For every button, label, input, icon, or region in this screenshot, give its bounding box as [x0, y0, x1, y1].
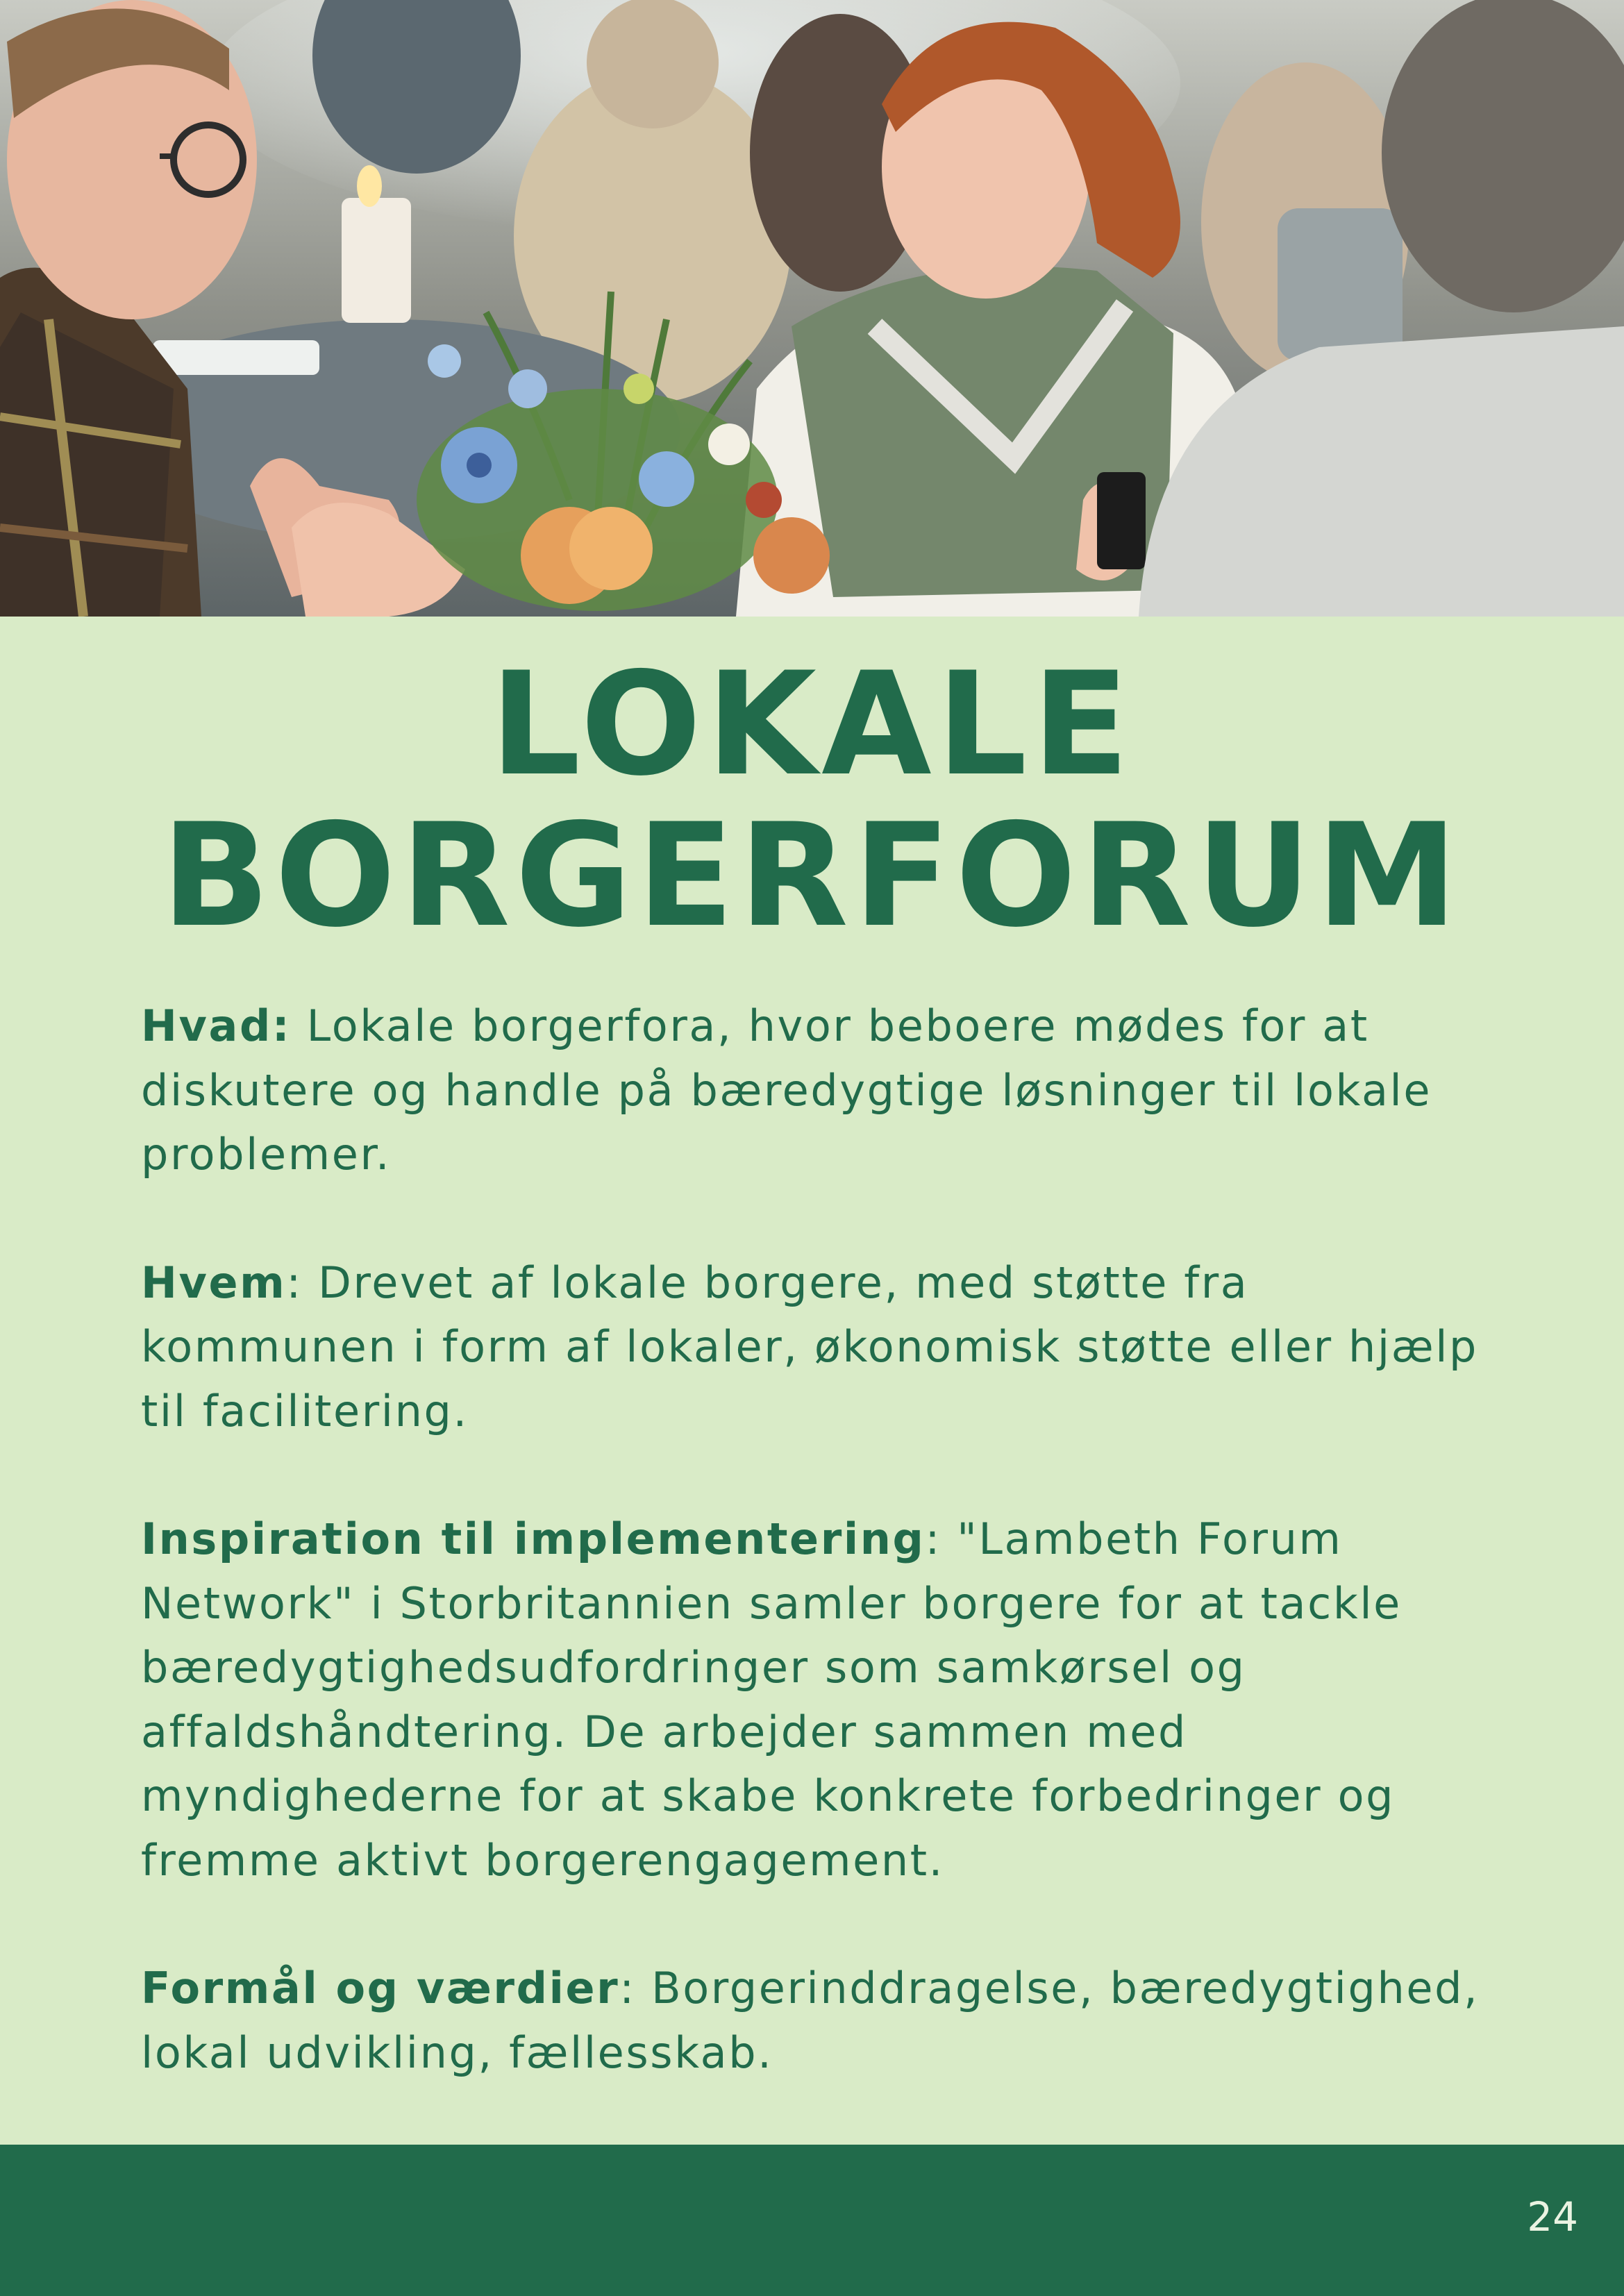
section-label: Inspiration til implementering — [141, 1514, 926, 1564]
section-text: Lokale borgerfora, hvor beboere mødes fo… — [141, 1000, 1432, 1180]
section-hvad: Hvad: Lokale borgerfora, hvor beboere mø… — [141, 994, 1516, 1187]
section-hvem: Hvem: Drevet af lokale borgere, med støt… — [141, 1251, 1516, 1444]
section-label: Hvem — [141, 1257, 287, 1308]
footer-bar: 24 — [0, 2145, 1624, 2296]
section-formaal: Formål og værdier: Borgerinddragelse, bæ… — [141, 1956, 1516, 2085]
title-line-2: BORGERFORUM — [161, 794, 1463, 959]
page-number: 24 — [1527, 2193, 1578, 2240]
section-label: Hvad: — [141, 1000, 292, 1051]
header-photo — [0, 0, 1624, 617]
section-inspiration: Inspiration til implementering: "Lambeth… — [141, 1507, 1516, 1893]
discussion-photo-illustration — [0, 0, 1624, 617]
content-body: Hvad: Lokale borgerfora, hvor beboere mø… — [141, 994, 1516, 2085]
document-page: LOKALE BORGERFORUM Hvad: Lokale borgerfo… — [0, 0, 1624, 2296]
section-text: : Drevet af lokale borgere, med støtte f… — [141, 1257, 1478, 1436]
section-label: Formål og værdier — [141, 1963, 620, 2013]
section-text: : "Lambeth Forum Network" i Storbritanni… — [141, 1514, 1402, 1886]
title-line-1: LOKALE — [489, 642, 1135, 807]
page-title: LOKALE BORGERFORUM — [0, 649, 1624, 952]
